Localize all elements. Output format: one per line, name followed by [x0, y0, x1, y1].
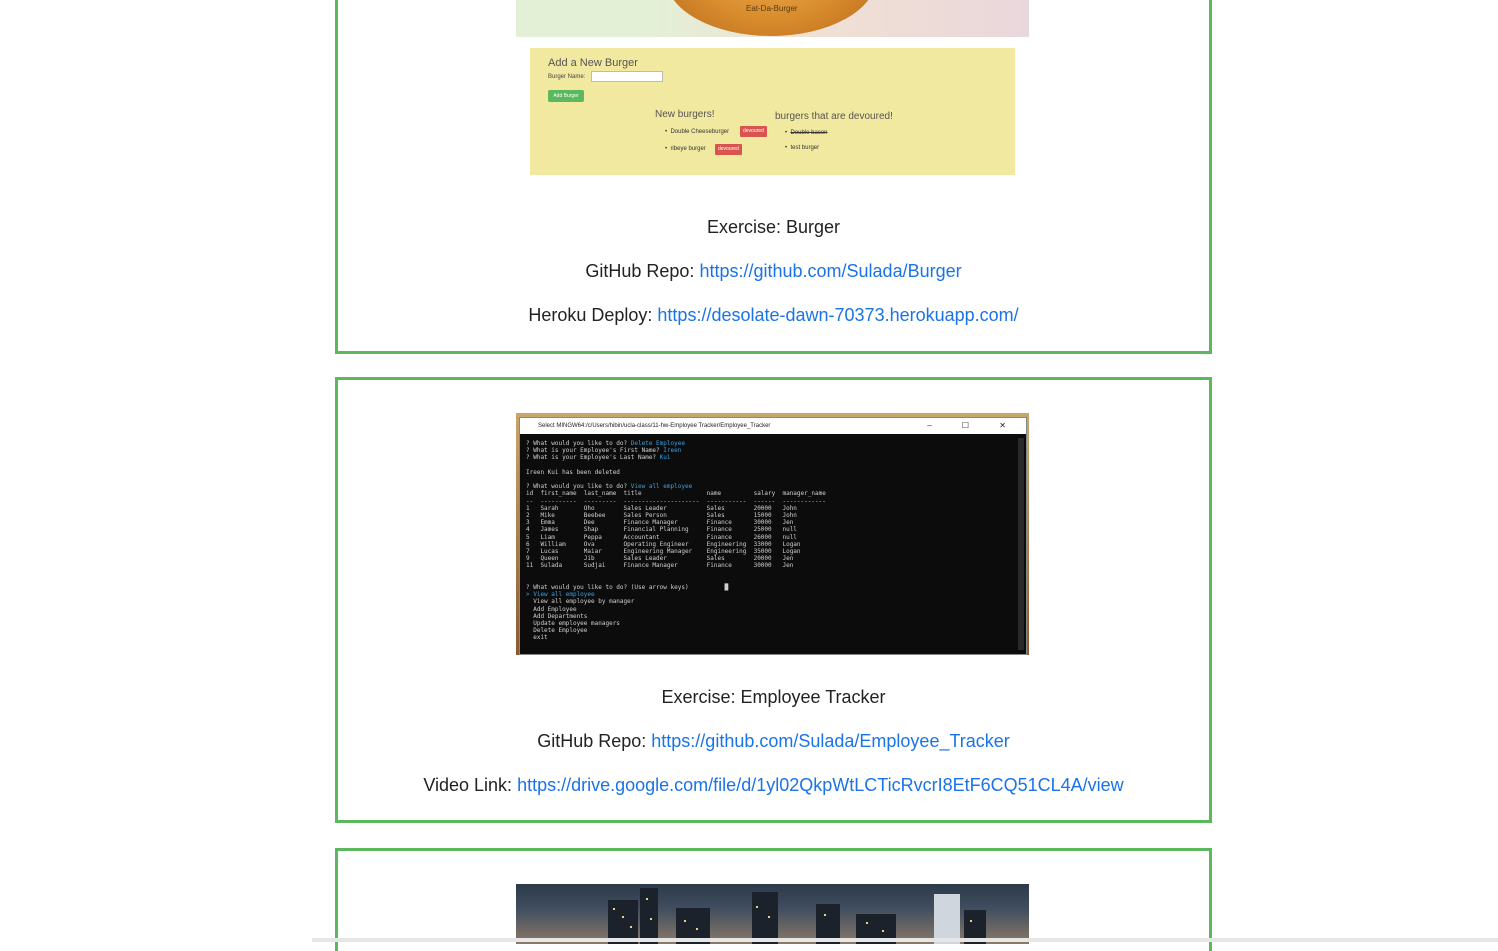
- list-item: • Double Cheeseburger: [665, 129, 730, 135]
- github-repo-link[interactable]: https://github.com/Sulada/Burger: [699, 261, 961, 281]
- heroku-deploy-line: Heroku Deploy: https://desolate-dawn-703…: [528, 305, 1019, 325]
- video-link-line: Video Link: https://drive.google.com/fil…: [423, 775, 1124, 795]
- terminal-backdrop: Select MINGW64:/c/Users/hibin/ucla-class…: [516, 413, 1029, 655]
- heroku-deploy-link[interactable]: https://desolate-dawn-70373.herokuapp.co…: [657, 305, 1018, 325]
- list-item: • Double bacon: [785, 130, 828, 136]
- github-repo-line: GitHub Repo: https://github.com/Sulada/B…: [585, 261, 962, 281]
- terminal-titlebar: Select MINGW64:/c/Users/hibin/ucla-class…: [520, 418, 1026, 434]
- add-burger-button: Add Burger: [548, 90, 584, 102]
- city-screenshot: [516, 884, 1029, 944]
- employee-tracker-screenshot: Select MINGW64:/c/Users/hibin/ucla-class…: [516, 413, 1029, 655]
- terminal-output: ? What would you like to do? Delete Empl…: [526, 440, 826, 642]
- exercise-title: Exercise: Employee Tracker: [661, 687, 886, 707]
- project-card-city: [335, 848, 1212, 951]
- burger-name-label: Burger Name:: [548, 74, 586, 80]
- project-card-burger: Eat-Da-Burger Add a New Burger Burger Na…: [335, 0, 1212, 354]
- burger-form-title: Add a New Burger: [548, 57, 638, 69]
- burger-name-input: [591, 71, 663, 82]
- city-skyline-image: [516, 884, 1029, 944]
- exercise-title: Exercise: Burger: [706, 217, 841, 237]
- terminal-title: Select MINGW64:/c/Users/hibin/ucla-class…: [538, 423, 771, 429]
- terminal-scrollbar: [1018, 438, 1024, 650]
- terminal-window: Select MINGW64:/c/Users/hibin/ucla-class…: [519, 417, 1027, 655]
- list-item: • test burger: [785, 145, 820, 151]
- burger-app-panel: Add a New Burger Burger Name: Add Burger…: [530, 48, 1015, 175]
- github-repo-link[interactable]: https://github.com/Sulada/Employee_Track…: [651, 731, 1010, 751]
- devour-button: devoured: [740, 126, 767, 137]
- project-card-employee-tracker: Select MINGW64:/c/Users/hibin/ucla-class…: [335, 377, 1212, 823]
- window-controls-icon: – ☐ ✕: [927, 421, 1020, 430]
- devour-button: devoured: [715, 144, 742, 155]
- github-repo-line: GitHub Repo: https://github.com/Sulada/E…: [537, 731, 1010, 751]
- burger-banner-text: Eat-Da-Burger: [746, 4, 798, 13]
- burger-banner: Eat-Da-Burger: [516, 0, 1029, 37]
- devoured-burgers-title: burgers that are devoured!: [775, 111, 893, 122]
- burger-screenshot: Eat-Da-Burger Add a New Burger Burger Na…: [516, 0, 1029, 176]
- horizontal-scrollbar[interactable]: [312, 938, 1498, 942]
- video-link[interactable]: https://drive.google.com/file/d/1yl02Qkp…: [517, 775, 1124, 795]
- list-item: • ribeye burger: [665, 146, 706, 152]
- new-burgers-title: New burgers!: [655, 109, 715, 120]
